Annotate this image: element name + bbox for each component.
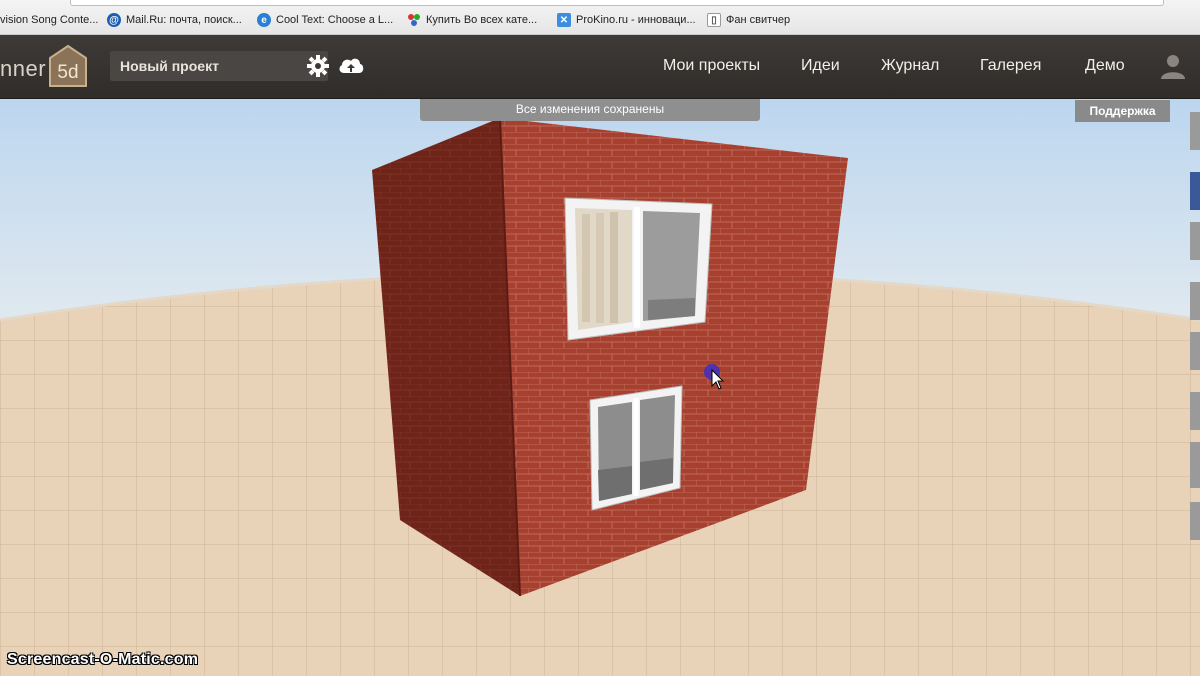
- gear-icon: [307, 55, 329, 77]
- bookmark-label: ProKino.ru - инноваци...: [576, 14, 696, 26]
- house-logo-icon: 5d: [49, 44, 87, 87]
- logo-badge[interactable]: 5d: [48, 44, 88, 88]
- screen: vision Song Conte... @ Mail.Ru: почта, п…: [0, 0, 1200, 676]
- save-status-banner: Все изменения сохранены: [420, 99, 760, 121]
- upper-window: [564, 197, 713, 341]
- side-tab[interactable]: [1190, 222, 1200, 260]
- bookmark-item[interactable]: ▯ Фан свитчер: [707, 11, 790, 29]
- project-name: Новый проект: [120, 58, 219, 74]
- project-name-field[interactable]: Новый проект: [110, 51, 328, 81]
- cloud-upload-icon: [339, 58, 364, 73]
- side-tab[interactable]: [1190, 332, 1200, 370]
- bookmark-item[interactable]: @ Mail.Ru: почта, поиск...: [107, 11, 242, 29]
- side-tab[interactable]: [1190, 392, 1200, 430]
- nav-journal[interactable]: Журнал: [881, 57, 939, 75]
- mailru-at-icon: @: [107, 13, 121, 27]
- bookmark-item[interactable]: Купить Во всех кате...: [407, 11, 537, 29]
- lower-window: [589, 385, 683, 511]
- prokino-x-icon: ✕: [557, 13, 571, 27]
- side-tab[interactable]: [1190, 442, 1200, 488]
- svg-text:5d: 5d: [57, 62, 78, 83]
- google-plus-tab[interactable]: [1190, 172, 1200, 210]
- side-tab[interactable]: [1190, 112, 1200, 150]
- user-account-button[interactable]: [1160, 53, 1186, 79]
- bookmark-item[interactable]: ✕ ProKino.ru - инноваци...: [557, 11, 696, 29]
- 3d-viewport[interactable]: [0, 99, 1200, 676]
- bookmark-label: Купить Во всех кате...: [426, 14, 538, 26]
- ie-favicon-icon: e: [257, 13, 271, 27]
- nav-demo[interactable]: Демо: [1085, 57, 1125, 75]
- bookmark-label: Mail.Ru: почта, поиск...: [126, 14, 242, 26]
- logo-text: nner: [0, 56, 47, 81]
- bookmark-item[interactable]: vision Song Conte...: [0, 11, 98, 29]
- 3d-scene: [0, 99, 1200, 676]
- app-header: nner 5d Новый проект Мои проекты Идеи Жу…: [0, 35, 1200, 99]
- bookmark-label: Cool Text: Choose a L...: [276, 14, 394, 26]
- screencast-watermark: Screencast-O-Matic.com: [7, 651, 199, 668]
- nav-gallery[interactable]: Галерея: [980, 57, 1041, 75]
- side-tab[interactable]: [1190, 502, 1200, 540]
- colorful-dots-icon: [407, 13, 421, 27]
- page-favicon-icon: ▯: [707, 13, 721, 27]
- bookmarks-bar: vision Song Conte... @ Mail.Ru: почта, п…: [0, 0, 1200, 35]
- cloud-save-button[interactable]: [337, 54, 365, 78]
- bookmark-label: vision Song Conte...: [0, 14, 99, 26]
- address-bar[interactable]: [70, 0, 1164, 6]
- bookmark-item[interactable]: e Cool Text: Choose a L...: [257, 11, 393, 29]
- user-icon: [1161, 55, 1185, 79]
- side-tab[interactable]: [1190, 282, 1200, 320]
- nav-my-projects[interactable]: Мои проекты: [663, 57, 760, 75]
- settings-button[interactable]: [307, 55, 329, 77]
- support-button[interactable]: Поддержка: [1075, 100, 1170, 122]
- bookmark-label: Фан свитчер: [726, 14, 791, 26]
- nav-ideas[interactable]: Идеи: [801, 57, 840, 75]
